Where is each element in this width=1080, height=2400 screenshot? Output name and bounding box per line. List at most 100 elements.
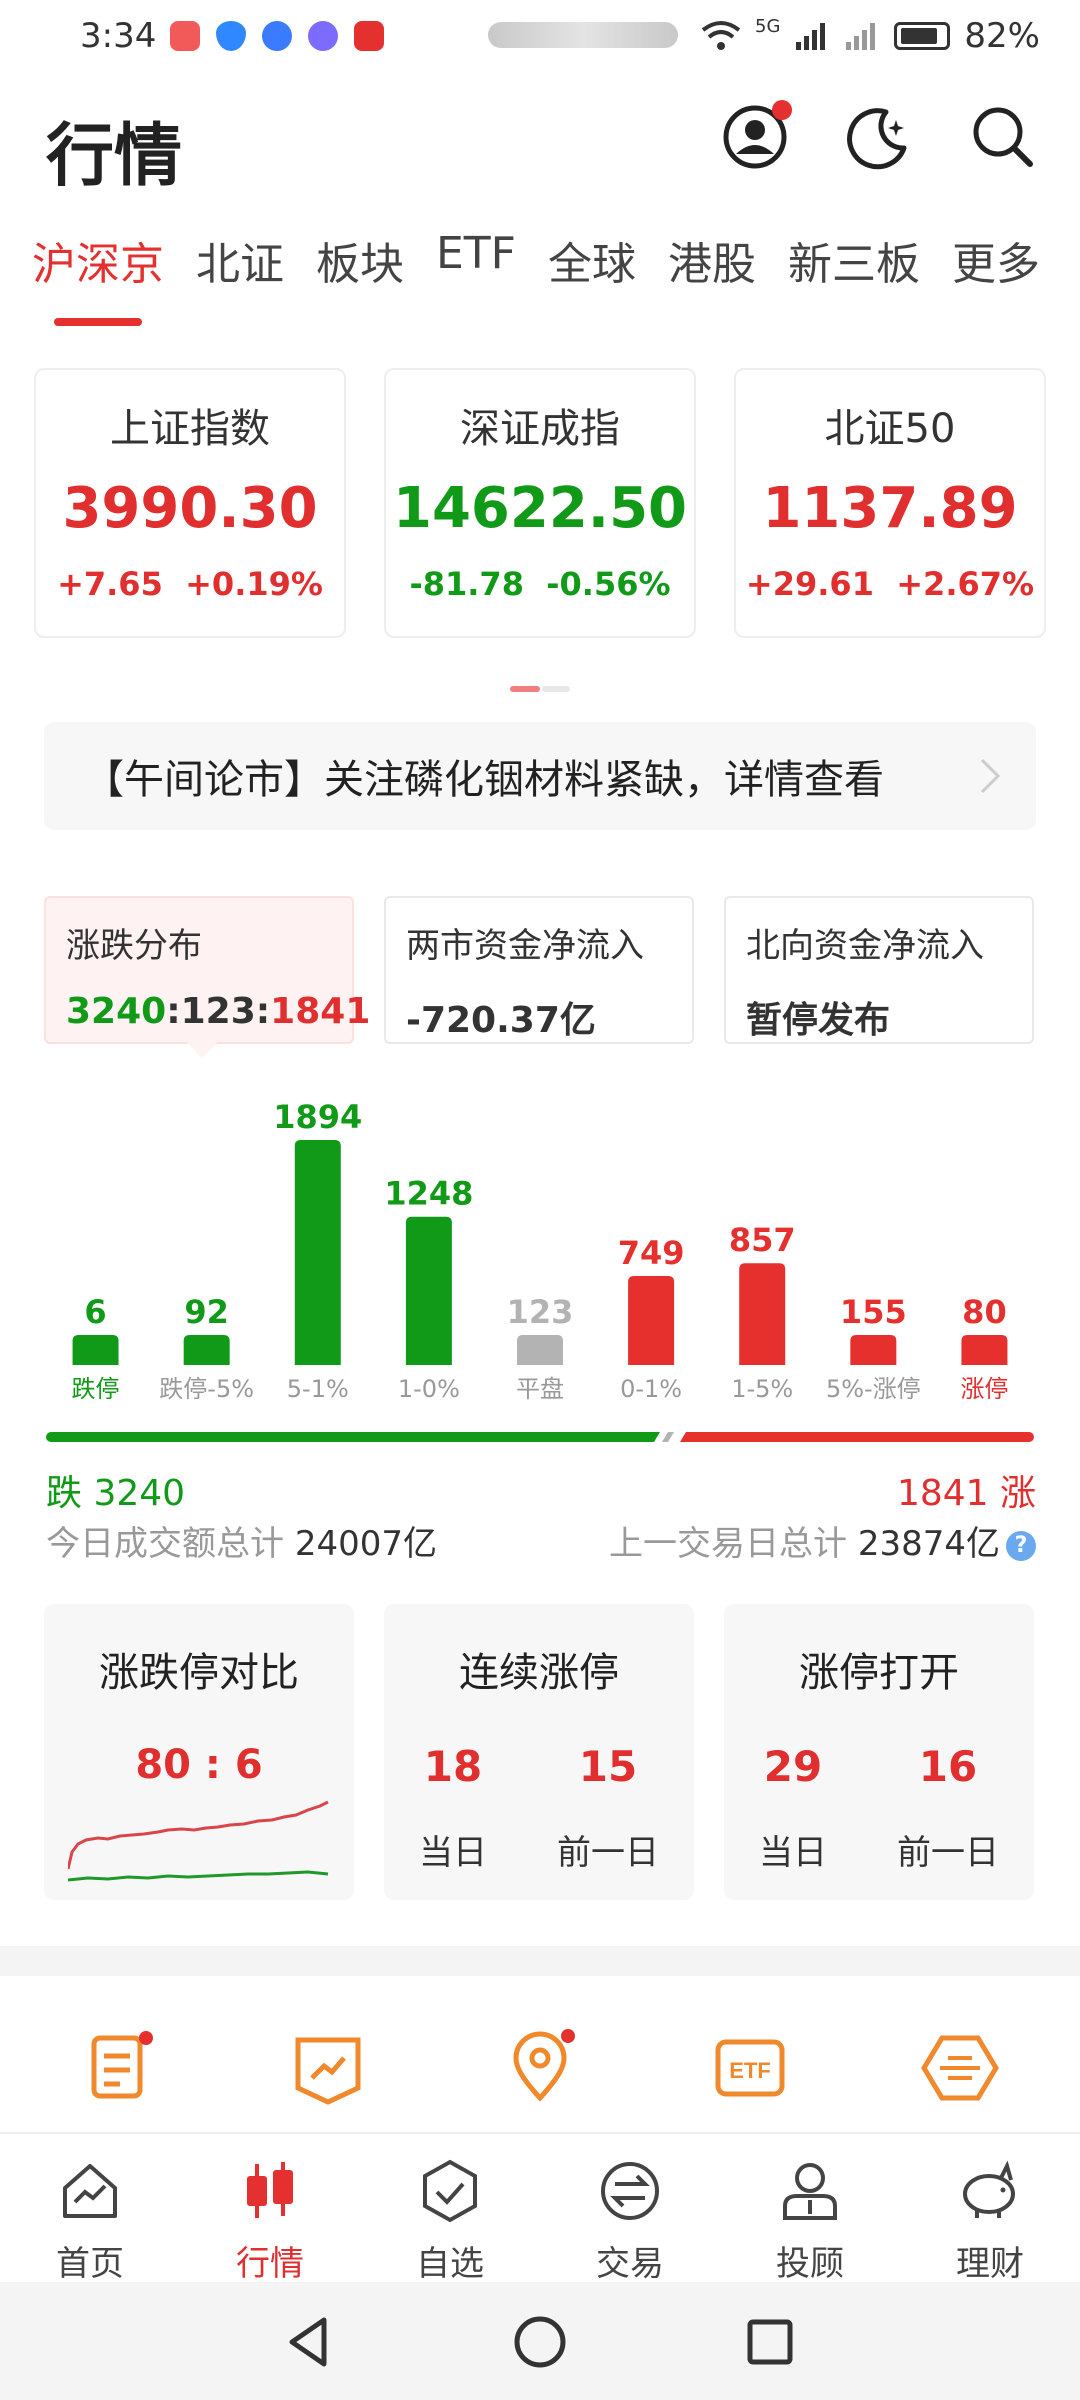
bar-value-label: 92 — [184, 1293, 229, 1331]
index-value: 3990.30 — [62, 476, 318, 541]
distribution-label: 涨跌分布 — [66, 926, 202, 966]
location-pin-icon[interactable] — [500, 2028, 580, 2108]
index-card-shanghai[interactable]: 上证指数 3990.30 +7.65 +0.19% — [34, 368, 346, 638]
report-icon[interactable] — [80, 2028, 160, 2108]
tab-etf[interactable]: ETF — [436, 228, 516, 308]
index-name: 北证50 — [824, 406, 956, 452]
system-nav-bar — [0, 2282, 1080, 2400]
bar-7 — [850, 1335, 897, 1365]
index-value: 1137.89 — [762, 476, 1018, 541]
bar-5 — [628, 1276, 675, 1365]
today-label: 当日 — [759, 1833, 827, 1873]
distribution-card[interactable]: 涨跌分布 3240:123:1841 — [44, 896, 371, 1058]
bar-category-label: 涨停 — [960, 1375, 1008, 1403]
northbound-label: 北向资金净流入 — [746, 926, 984, 966]
open-today-value: 29 — [763, 1742, 823, 1791]
index-change: +7.65 +0.19% — [57, 565, 323, 603]
nav-market-label: 行情 — [236, 2244, 304, 2284]
turnover-summary: 今日成交额总计 24007亿 上一交易日总计 23874亿? — [46, 1516, 1036, 1565]
down-ratio-segment — [46, 1432, 660, 1442]
status-time: 3:34 — [80, 16, 157, 56]
help-icon[interactable]: ? — [1006, 1530, 1036, 1561]
net-inflow-card[interactable]: 两市资金净流入 -720.37亿 — [384, 896, 694, 1044]
carousel-pager — [510, 686, 570, 692]
etf-icon[interactable]: ETF — [710, 2028, 790, 2108]
tab-bankuai[interactable]: 板块 — [316, 228, 404, 308]
bar-value-label: 1248 — [384, 1175, 473, 1213]
network-type: 5G — [755, 16, 781, 37]
nav-trade[interactable]: 交易 — [540, 2134, 720, 2284]
distribution-value: 3240:123:1841 — [66, 991, 371, 1032]
user-profile-button[interactable] — [722, 100, 792, 170]
bar-3 — [405, 1216, 452, 1365]
limit-open-card[interactable]: 涨停打开 29 当日 16 前一日 — [724, 1604, 1034, 1900]
tab-hushenjing[interactable]: 沪深京 — [32, 228, 164, 308]
advisor-icon — [783, 2163, 837, 2220]
tab-more[interactable]: 更多 — [952, 228, 1040, 308]
net-inflow-value: -720.37亿 — [406, 1000, 596, 1041]
night-mode-button[interactable] — [846, 104, 912, 170]
limit-open-values: 29 当日 16 前一日 — [724, 1742, 1034, 1874]
bar-4 — [517, 1335, 563, 1365]
consecutive-prev-value: 15 — [578, 1742, 638, 1791]
limit-compare-ratio: 80 : 6 — [135, 1742, 263, 1788]
shield-icon — [216, 21, 247, 51]
globe-icon — [262, 21, 293, 51]
nav-watchlist-label: 自选 — [416, 2244, 484, 2284]
northbound-value: 暂停发布 — [746, 1000, 891, 1041]
prev-day-label: 前一日 — [557, 1833, 659, 1873]
home-circle-icon[interactable] — [510, 2312, 570, 2372]
signal-icon — [796, 23, 826, 50]
distribution-bar-chart: 6 跌停 92 跌停-5% 1894 5-1% 1248 1-0% 123 平盘 749 0-1% 85… — [72, 1098, 1009, 1403]
tab-global[interactable]: 全球 — [548, 228, 636, 308]
limit-compare-card[interactable]: 涨跌停对比 80 : 6 — [44, 1604, 354, 1900]
bar-value-label: 80 — [962, 1293, 1007, 1331]
bar-0 — [72, 1335, 119, 1365]
hexagon-network-icon[interactable] — [920, 2028, 1000, 2108]
chevron-right-icon — [980, 758, 1001, 794]
index-card-shenzhen[interactable]: 深证成指 14622.50 -81.78 -0.56% — [384, 368, 696, 638]
bar-value-label: 155 — [840, 1293, 907, 1331]
back-icon[interactable] — [280, 2312, 340, 2372]
recents-icon[interactable] — [740, 2312, 800, 2372]
nav-home[interactable]: 首页 — [0, 2134, 180, 2284]
consecutive-limit-values: 18 当日 15 前一日 — [384, 1742, 694, 1874]
nav-advisor[interactable]: 投顾 — [720, 2134, 900, 2284]
bar-category-label: 5%-涨停 — [826, 1375, 921, 1403]
prev-day-label: 前一日 — [897, 1833, 999, 1873]
nav-market[interactable]: 行情 — [180, 2134, 360, 2284]
tab-hk[interactable]: 港股 — [668, 228, 756, 308]
svg-text:ETF: ETF — [729, 2058, 771, 2083]
header: 行情 — [46, 100, 1036, 196]
blurred-notification — [488, 22, 678, 48]
nav-home-label: 首页 — [56, 2244, 124, 2284]
bar-6 — [739, 1263, 786, 1365]
northbound-card[interactable]: 北向资金净流入 暂停发布 — [724, 896, 1034, 1044]
search-button[interactable] — [970, 104, 1036, 170]
limit-open-title: 涨停打开 — [799, 1650, 959, 1696]
consecutive-limit-card[interactable]: 连续涨停 18 当日 15 前一日 — [384, 1604, 694, 1900]
up-down-ratio-bar — [46, 1432, 1034, 1442]
nav-watchlist[interactable]: 自选 — [360, 2134, 540, 2284]
news-banner[interactable]: 【午间论市】关注磷化铟材料紧缺，详情查看 — [44, 722, 1036, 830]
up-down-summary: 跌 3240 1841 涨 — [46, 1464, 1036, 1516]
index-card-beizheng50[interactable]: 北证50 1137.89 +29.61 +2.67% — [734, 368, 1046, 638]
wifi-icon — [701, 21, 741, 50]
bar-category-label: 跌停-5% — [159, 1375, 254, 1403]
flat-ratio-segment — [661, 1432, 674, 1442]
tab-beizheng[interactable]: 北证 — [196, 228, 284, 308]
net-inflow-label: 两市资金净流入 — [406, 926, 644, 966]
bar-category-label: 0-1% — [620, 1375, 682, 1403]
bar-8 — [961, 1335, 1008, 1365]
nav-wealth[interactable]: 理财 — [900, 2134, 1080, 2284]
search-icon — [973, 107, 1033, 167]
bar-value-label: 857 — [729, 1221, 796, 1259]
music-icon — [308, 21, 339, 51]
up-total: 1841 涨 — [896, 1473, 1036, 1514]
nav-advisor-label: 投顾 — [776, 2244, 844, 2284]
trend-board-icon[interactable] — [288, 2028, 368, 2108]
tab-neeq[interactable]: 新三板 — [788, 228, 920, 308]
index-name: 上证指数 — [110, 406, 270, 452]
header-actions — [722, 100, 1036, 170]
status-bar: 3:34 5G 82% — [0, 0, 1080, 72]
